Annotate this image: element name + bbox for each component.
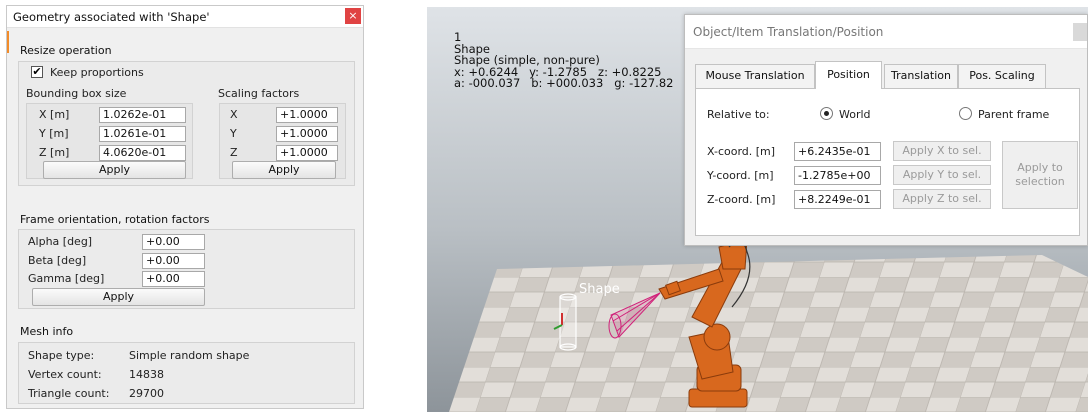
parent-frame-radio[interactable] <box>959 107 972 120</box>
scale-z-label: Z <box>230 146 238 159</box>
tab-position[interactable]: Position <box>815 61 882 89</box>
triangle-count-label: Triangle count: <box>28 387 110 400</box>
bbox-x-input[interactable]: 1.0262e-01 <box>99 107 186 123</box>
bbox-z-input[interactable]: 4.0620e-01 <box>99 145 186 161</box>
translation-dialog: Object/Item Translation/Position Mouse T… <box>684 14 1088 246</box>
vertex-count-value: 14838 <box>129 368 164 381</box>
scale-x-input[interactable]: +1.0000 <box>276 107 338 123</box>
world-radio-label: World <box>839 108 871 121</box>
beta-input[interactable]: +0.00 <box>142 253 205 269</box>
geometry-dialog-title: Geometry associated with 'Shape' <box>13 10 210 24</box>
gamma-label: Gamma [deg] <box>28 272 105 285</box>
resize-frame: ✔ Keep proportions Bounding box size X [… <box>18 61 355 186</box>
y-coord-label: Y-coord. [m] <box>707 169 774 182</box>
z-coord-label: Z-coord. [m] <box>707 193 776 206</box>
mesh-info-label: Mesh info <box>20 325 74 338</box>
triangle-count-value: 29700 <box>129 387 164 400</box>
apply-to-selection-line1: Apply to <box>1017 161 1063 174</box>
bbox-apply-button[interactable]: Apply <box>43 161 186 179</box>
frame-orientation-frame: Alpha [deg] +0.00 Beta [deg] +0.00 Gamma… <box>18 229 355 309</box>
z-coord-input[interactable]: +8.2249e-01 <box>794 190 881 209</box>
relative-to-label: Relative to: <box>707 108 770 121</box>
bbox-y-input[interactable]: 1.0261e-01 <box>99 126 186 142</box>
alpha-label: Alpha [deg] <box>28 235 93 248</box>
apply-y-button[interactable]: Apply Y to sel. <box>893 165 991 185</box>
scaling-frame: X +1.0000 Y +1.0000 Z +1.0000 Apply <box>219 103 346 179</box>
shape-type-label: Shape type: <box>28 349 95 362</box>
translation-dialog-title: Object/Item Translation/Position <box>693 25 884 39</box>
scale-y-input[interactable]: +1.0000 <box>276 126 338 142</box>
apply-x-button[interactable]: Apply X to sel. <box>893 141 991 161</box>
keep-proportions-label: Keep proportions <box>50 66 144 79</box>
world-radio[interactable] <box>820 107 833 120</box>
frame-orientation-label: Frame orientation, rotation factors <box>20 213 210 226</box>
gamma-input[interactable]: +0.00 <box>142 271 205 287</box>
parent-frame-radio-label: Parent frame <box>978 108 1050 121</box>
y-coord-input[interactable]: -1.2785e+00 <box>794 166 881 185</box>
object-info-overlay: 1 Shape Shape (simple, non-pure) x: +0.6244… <box>454 31 674 90</box>
bbox-z-label: Z [m] <box>39 146 70 159</box>
scale-x-label: X <box>230 108 238 121</box>
beta-label: Beta [deg] <box>28 254 87 267</box>
info-line-orientation: a: -000.037 b: +000.033 g: -127.82 <box>454 76 674 90</box>
focus-indicator <box>7 31 9 53</box>
x-coord-input[interactable]: +6.2435e-01 <box>794 142 881 161</box>
tab-pos-scaling[interactable]: Pos. Scaling <box>958 64 1046 88</box>
position-tab-pane: Relative to: World Parent frame X-coord.… <box>695 88 1080 236</box>
shape-3d-label: Shape <box>579 282 620 297</box>
x-coord-label: X-coord. [m] <box>707 145 776 158</box>
bbox-y-label: Y [m] <box>39 127 69 140</box>
geometry-dialog-titlebar[interactable]: Geometry associated with 'Shape' × <box>7 6 363 28</box>
apply-to-selection-button[interactable]: Apply to selection <box>1002 141 1078 209</box>
close-icon[interactable] <box>1073 23 1087 41</box>
vertex-count-label: Vertex count: <box>28 368 102 381</box>
bbox-frame: X [m] 1.0262e-01 Y [m] 1.0261e-01 Z [m] … <box>26 103 193 179</box>
shape-type-value: Simple random shape <box>129 349 250 362</box>
apply-to-selection-line2: selection <box>1015 175 1065 188</box>
mesh-info-frame: Shape type: Simple random shape Vertex c… <box>18 342 355 404</box>
bbox-size-label: Bounding box size <box>26 87 127 100</box>
apply-z-button[interactable]: Apply Z to sel. <box>893 189 991 209</box>
scaling-apply-button[interactable]: Apply <box>232 161 336 179</box>
resize-section-label: Resize operation <box>20 44 112 57</box>
tab-mouse-translation[interactable]: Mouse Translation <box>695 64 815 88</box>
scale-y-label: Y <box>230 127 237 140</box>
tab-translation[interactable]: Translation <box>884 64 958 88</box>
translation-dialog-titlebar[interactable]: Object/Item Translation/Position <box>685 15 1087 49</box>
bbox-x-label: X [m] <box>39 108 70 121</box>
geometry-dialog: Geometry associated with 'Shape' × Resiz… <box>6 5 364 409</box>
scale-z-input[interactable]: +1.0000 <box>276 145 338 161</box>
close-icon[interactable]: × <box>345 8 361 24</box>
alpha-input[interactable]: +0.00 <box>142 234 205 250</box>
scaling-factors-label: Scaling factors <box>218 87 300 100</box>
keep-proportions-checkbox[interactable]: ✔ <box>31 66 43 78</box>
frame-apply-button[interactable]: Apply <box>32 288 205 306</box>
floor-plane <box>449 255 1088 412</box>
